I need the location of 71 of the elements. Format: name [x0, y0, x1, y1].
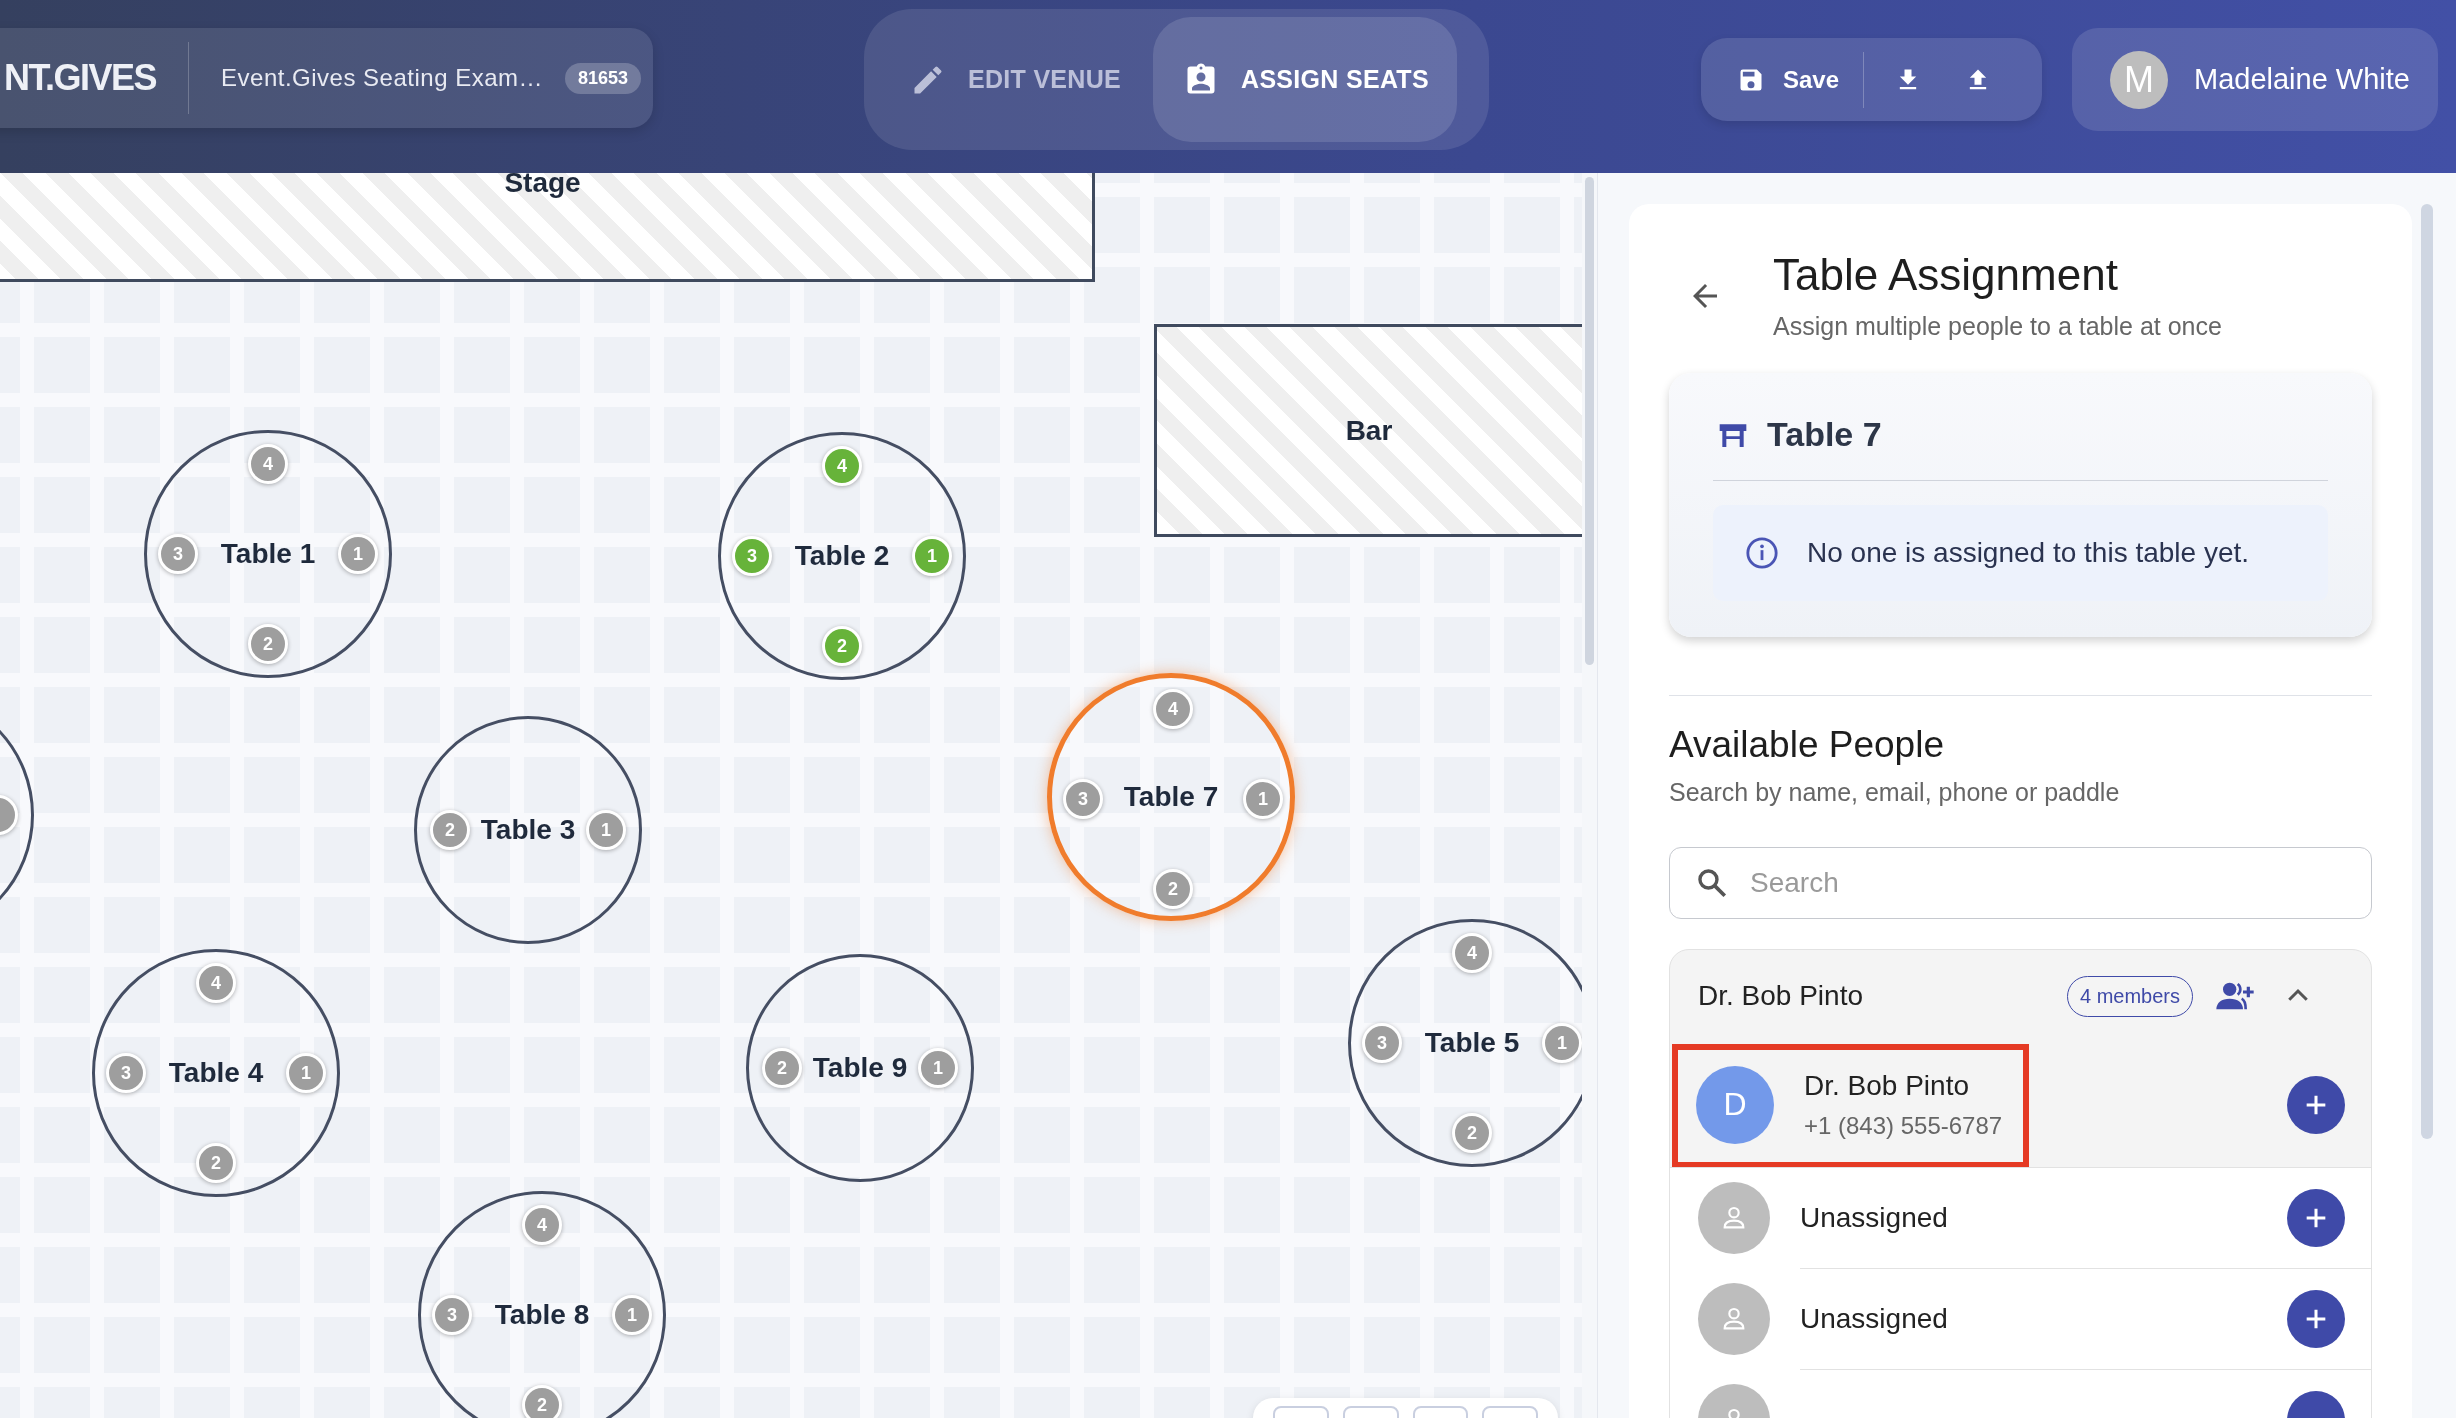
seat-marker[interactable]: 1	[912, 536, 952, 576]
table-label: Table 5	[1424, 1027, 1520, 1059]
seat-marker[interactable]: 3	[432, 1295, 472, 1335]
table-label: Table 7	[1123, 781, 1219, 813]
seat-marker[interactable]: 1	[612, 1295, 652, 1335]
seat-marker[interactable]: 4	[248, 444, 288, 484]
search-field[interactable]: Search	[1669, 847, 2372, 919]
seat-marker[interactable]: 2	[822, 626, 862, 666]
round-table[interactable]: 4 3 Table 4 1 2	[92, 949, 340, 1197]
seat-marker[interactable]: 4	[196, 963, 236, 1003]
user-avatar: M	[2110, 50, 2168, 109]
seat-marker[interactable]: 1	[338, 534, 378, 574]
table-label: Table 2	[794, 540, 890, 572]
seat-marker[interactable]: 3	[732, 536, 772, 576]
mode-tab[interactable]: ASSIGN SEATS	[1153, 17, 1457, 142]
round-table[interactable]: 4 3 Table 7 1 2	[1047, 673, 1295, 921]
seat-marker[interactable]: 3	[158, 534, 198, 574]
table-label: Table 9	[812, 1052, 908, 1084]
seat-marker[interactable]: 1	[918, 1048, 958, 1088]
member-name: Dr. Bob Pinto	[1804, 1069, 1970, 1102]
section-subtitle: Search by name, email, phone or paddle	[1669, 778, 2121, 807]
area-label: Bar	[1345, 414, 1393, 447]
seat-marker[interactable]: 2	[248, 624, 288, 664]
table-label: Table 8	[494, 1299, 590, 1331]
seat-marker[interactable]: 1	[1542, 1023, 1582, 1063]
seat-marker[interactable]: 2	[1153, 869, 1193, 909]
mode-tab[interactable]: EDIT VENUE	[874, 17, 1150, 142]
seat-marker[interactable]: 4	[1452, 933, 1492, 973]
message-text: No one is assigned to this table yet.	[1807, 537, 2250, 569]
seat-marker[interactable]: 2	[196, 1143, 236, 1183]
seat-marker[interactable]: 2	[762, 1048, 802, 1088]
seat-marker[interactable]: 2	[522, 1385, 562, 1418]
member-name: Unassigned	[1800, 1302, 1949, 1335]
seat-marker[interactable]: 4	[522, 1205, 562, 1245]
logo-text: NT.GIVES	[4, 57, 157, 99]
area-label: Stage	[504, 173, 581, 199]
section-title: Available People	[1669, 724, 1945, 766]
stage-area[interactable]: Stage	[0, 173, 1095, 282]
panel-title: Table Assignment	[1773, 250, 2119, 300]
seat-marker[interactable]: 2	[1452, 1113, 1492, 1153]
panel-subtitle: Assign multiple people to a table at once	[1773, 312, 2222, 341]
seat-marker[interactable]: 4	[1153, 689, 1193, 729]
save-button[interactable]: Save	[1701, 49, 1840, 110]
event-id-badge: 81653	[565, 62, 642, 94]
member-row[interactable]: Unassigned	[1670, 1167, 2371, 1268]
member-avatar: D	[1696, 1065, 1774, 1144]
member-phone: +1 (843) 555-6787	[1804, 1111, 2004, 1140]
round-table[interactable]: 4 3 Table 8 1 2	[418, 1191, 666, 1418]
seat-marker[interactable]: 1	[586, 810, 626, 850]
round-table[interactable]: 4 3 Table 1 1 2	[144, 430, 392, 678]
event-title[interactable]: Event.Gives Seating Exam…	[221, 64, 543, 92]
table-label: Table 4	[168, 1057, 264, 1089]
seat-marker[interactable]: 4	[822, 446, 862, 486]
seat-marker[interactable]: 3	[1362, 1023, 1402, 1063]
seat-marker[interactable]: 2	[430, 810, 470, 850]
bar-area[interactable]: Bar	[1154, 324, 1582, 537]
seat-marker[interactable]: 3	[106, 1053, 146, 1093]
seat-marker[interactable]: 3	[1063, 779, 1103, 819]
member-name: Unassigned	[1800, 1201, 1949, 1234]
member-row[interactable]: Unassigned	[1670, 1268, 2371, 1369]
group-name: Dr. Bob Pinto	[1698, 980, 1864, 1012]
round-table[interactable]: 2 Table 3 1	[414, 716, 642, 944]
round-table[interactable]: 2 Table 9 1	[746, 954, 974, 1182]
seat-marker[interactable]: 1	[1243, 779, 1283, 819]
table-label: Table 1	[220, 538, 316, 570]
table-name: Table 7	[1767, 415, 1882, 454]
round-table[interactable]: 4 3 Table 2 1 2	[718, 432, 966, 680]
table-label: Table 3	[480, 814, 576, 846]
seat-marker[interactable]: 1	[286, 1053, 326, 1093]
user-name: Madelaine White	[2194, 63, 2410, 96]
user-menu[interactable]: M Madelaine White	[2072, 28, 2438, 131]
